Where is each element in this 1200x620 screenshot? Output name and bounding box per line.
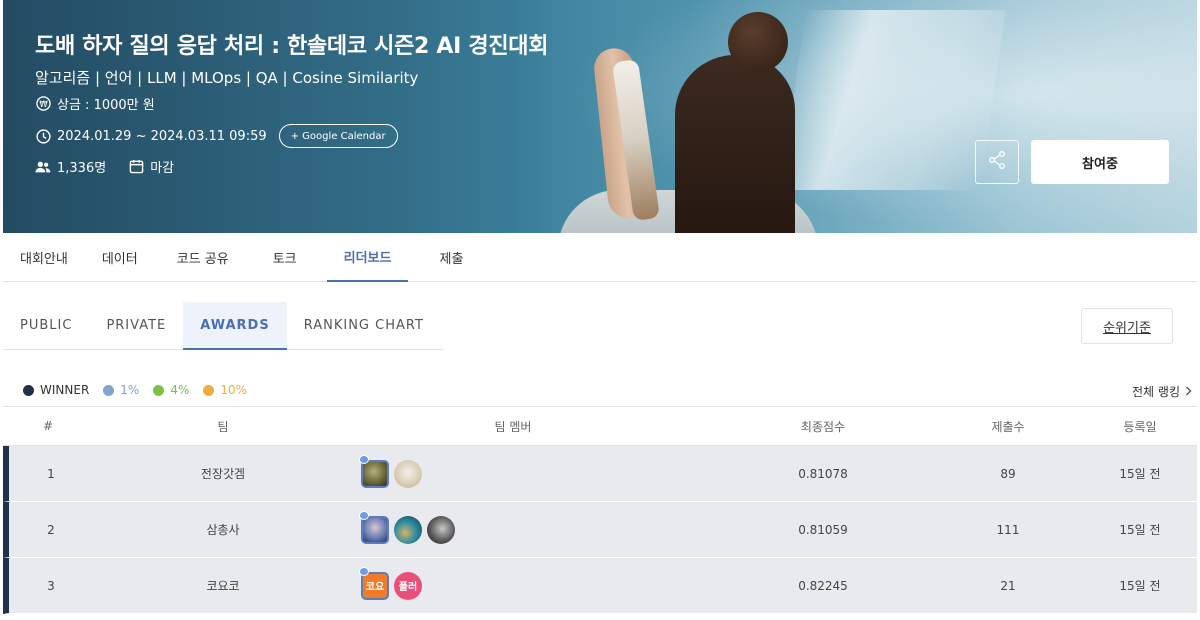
header-date: 등록일 <box>1123 419 1157 434</box>
row-members: 코요 플러 <box>353 566 673 600</box>
competition-tags: 알고리즘 | 언어 | LLM | MLOps | QA | Cosine Si… <box>35 69 419 87</box>
google-calendar-button[interactable]: + Google Calendar <box>278 124 398 148</box>
legend-dot-10pct <box>203 384 215 396</box>
table-row[interactable]: 1 전장갓겜 0.81078 89 15일 전 <box>3 446 1197 502</box>
avatar-text-icon[interactable]: 코요 <box>359 566 389 600</box>
legend-1pct: 1% <box>103 383 139 397</box>
table-row[interactable]: 3 코요코 코요 플러 0.82245 21 15일 전 <box>3 558 1197 614</box>
prize-info: ₩ 상금 : 1000만 원 <box>35 94 155 113</box>
avatar-initials: 코요 <box>365 582 385 593</box>
won-coin-icon: ₩ <box>35 96 51 112</box>
header-rank: # <box>42 419 54 433</box>
clock-icon <box>35 128 51 144</box>
prize-text: 상금 : 1000만 원 <box>57 98 155 113</box>
legend-1pct-label: 1% <box>120 383 140 397</box>
table-row[interactable]: 2 삼총사 0.81059 111 15일 전 <box>3 502 1197 558</box>
row-score: 0.81078 <box>798 466 848 481</box>
full-ranking-link[interactable]: 전체 랭킹 <box>1132 383 1192 400</box>
ranking-criteria-label: 순위기준 <box>1103 320 1151 336</box>
row-team: 삼총사 <box>206 523 240 537</box>
row-members <box>353 510 673 544</box>
legend-10pct: 10% <box>203 383 247 397</box>
avatar-planet-icon[interactable] <box>394 515 422 544</box>
join-status-button[interactable]: 참여중 <box>1031 140 1169 184</box>
legend-winner: WINNER <box>23 383 89 397</box>
calendar-icon <box>128 159 144 175</box>
row-date: 15일 전 <box>1119 579 1161 593</box>
subtab-private[interactable]: PRIVATE <box>89 302 183 349</box>
row-team: 전장갓겜 <box>200 467 246 481</box>
row-team: 코요코 <box>206 579 240 593</box>
avatar-text-icon[interactable]: 플러 <box>394 571 422 600</box>
avatar-dragon-icon[interactable] <box>359 454 389 488</box>
leader-crown-icon <box>359 566 369 576</box>
legend-dot-1pct <box>103 384 115 396</box>
period-info: 2024.01.29 ~ 2024.03.11 09:59 + Google C… <box>35 124 398 148</box>
legend-10pct-label: 10% <box>220 383 248 397</box>
awards-table: # 팀 팀 멤버 최종점수 제출수 등록일 1 전장갓겜 0.81078 89 … <box>3 406 1197 614</box>
svg-text:₩: ₩ <box>39 99 48 109</box>
award-legend: WINNER 1% 4% 10% <box>23 383 261 397</box>
row-members <box>353 454 673 488</box>
header-members: 팀 멤버 <box>494 419 532 434</box>
row-rank: 3 <box>47 578 55 593</box>
banner-person-hair-bun <box>728 12 788 72</box>
header-team: 팀 <box>217 419 229 434</box>
tab-data[interactable]: 데이터 <box>85 233 155 281</box>
subtab-ranking-chart[interactable]: RANKING CHART <box>287 302 441 349</box>
banner-person-head <box>675 55 795 233</box>
avatar-initials: 플러 <box>398 582 418 593</box>
tab-leaderboard[interactable]: 리더보드 <box>326 233 409 282</box>
row-date: 15일 전 <box>1119 467 1161 481</box>
competition-banner: 도배 하자 질의 응답 처리 : 한솔데코 시즌2 AI 경진대회 알고리즘 |… <box>3 0 1197 233</box>
people-icon <box>35 159 51 175</box>
avatar-photo-icon[interactable] <box>427 515 455 544</box>
table-header: # 팀 팀 멤버 최종점수 제출수 등록일 <box>3 406 1197 446</box>
leader-crown-icon <box>359 454 369 464</box>
banner-paint-streak <box>780 10 1006 190</box>
competition-title: 도배 하자 질의 응답 처리 : 한솔데코 시즌2 AI 경진대회 <box>35 34 549 59</box>
row-rank: 1 <box>47 466 55 481</box>
header-score: 최종점수 <box>800 419 846 434</box>
row-submissions: 89 <box>1000 466 1016 481</box>
row-submissions: 21 <box>1000 578 1016 593</box>
legend-dot-4pct <box>153 384 165 396</box>
row-date: 15일 전 <box>1119 523 1161 537</box>
subtab-public[interactable]: PUBLIC <box>3 302 89 349</box>
share-icon <box>987 150 1007 174</box>
avatar-portrait-icon[interactable] <box>359 510 389 544</box>
main-tab-bar: 대회안내 데이터 코드 공유 토크 리더보드 제출 <box>3 233 1197 282</box>
status-text: 마감 <box>150 161 175 176</box>
row-submissions: 111 <box>996 522 1020 537</box>
tab-talk[interactable]: 토크 <box>257 233 327 281</box>
participants-info: 1,336명 마감 <box>35 157 174 176</box>
legend-4pct-label: 4% <box>170 383 190 397</box>
row-score: 0.81059 <box>798 522 848 537</box>
avatar-cat-icon[interactable] <box>394 459 422 488</box>
leaderboard-sub-tabs: PUBLIC PRIVATE AWARDS RANKING CHART <box>3 302 443 350</box>
legend-winner-label: WINNER <box>40 383 90 397</box>
tab-submit[interactable]: 제출 <box>408 233 480 281</box>
tab-overview[interactable]: 대회안내 <box>3 233 85 281</box>
row-rank: 2 <box>47 522 55 537</box>
ranking-criteria-button[interactable]: 순위기준 <box>1081 308 1173 344</box>
share-button[interactable] <box>975 140 1019 184</box>
period-text: 2024.01.29 ~ 2024.03.11 09:59 <box>57 128 267 144</box>
subtab-awards[interactable]: AWARDS <box>183 302 287 350</box>
header-submissions: 제출수 <box>991 419 1025 434</box>
row-score: 0.82245 <box>798 578 848 593</box>
legend-4pct: 4% <box>153 383 189 397</box>
tab-code-share[interactable]: 코드 공유 <box>155 233 257 281</box>
deadline-status: 마감 <box>128 157 174 176</box>
full-ranking-label: 전체 랭킹 <box>1132 385 1180 399</box>
legend-dot-winner <box>23 384 34 396</box>
participants-count: 1,336명 <box>57 161 107 176</box>
chevron-right-icon <box>1185 385 1192 399</box>
leader-crown-icon <box>359 510 369 520</box>
